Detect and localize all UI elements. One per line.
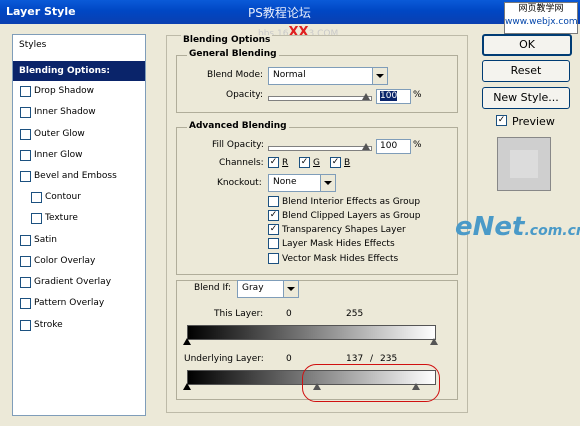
preview-checkbox[interactable]: ✓: [496, 115, 507, 126]
blend-clipped-checkbox[interactable]: ✓: [268, 210, 279, 221]
fill-opacity-input[interactable]: 100: [376, 139, 411, 154]
blend-mode-select[interactable]: Normal: [268, 67, 388, 85]
checkbox[interactable]: [20, 86, 31, 97]
opacity-unit: %: [413, 90, 422, 100]
this-layer-gradient: [187, 325, 436, 340]
blend-clipped-label: Blend Clipped Layers as Group: [282, 211, 421, 221]
checkbox[interactable]: [20, 171, 31, 182]
blend-if-select[interactable]: Gray: [237, 280, 299, 298]
opacity-label: Opacity:: [226, 90, 263, 100]
styles-item-color-overlay[interactable]: Color Overlay: [13, 251, 145, 271]
channel-r-checkbox[interactable]: ✓: [268, 157, 279, 168]
underlying-mid: 137: [346, 354, 364, 364]
checkbox[interactable]: [31, 213, 42, 224]
styles-item-blending-options[interactable]: Blending Options: Custom: [13, 61, 145, 96]
checkbox[interactable]: [20, 256, 31, 267]
styles-list: Styles Blending Options: Custom Drop Sha…: [12, 34, 146, 416]
checkbox[interactable]: [20, 235, 31, 246]
corner-watermark-line1: 网页教学网: [518, 4, 564, 14]
enet-watermark: eNet.com.cn: [455, 212, 580, 242]
this-layer-black-handle[interactable]: [183, 338, 191, 345]
opacity-slider-handle[interactable]: [362, 93, 370, 100]
blend-mode-label: Blend Mode:: [207, 70, 264, 80]
style-preview-inner: [510, 150, 538, 178]
knockout-select[interactable]: None: [268, 174, 336, 192]
this-layer-max: 255: [346, 309, 364, 319]
layer-mask-hides-label: Layer Mask Hides Effects: [282, 239, 395, 249]
blend-mode-value: Normal: [273, 70, 306, 80]
styles-item-inner-glow[interactable]: Inner Glow: [13, 145, 145, 165]
knockout-value: None: [273, 177, 297, 187]
styles-item-satin[interactable]: Satin: [13, 230, 145, 250]
channel-b-checkbox[interactable]: ✓: [330, 157, 341, 168]
fill-opacity-handle[interactable]: [362, 143, 370, 150]
styles-item-outer-glow[interactable]: Outer Glow: [13, 124, 145, 144]
title-bar: Layer Style PS教程论坛: [0, 0, 580, 24]
transparency-shapes-checkbox[interactable]: ✓: [268, 224, 279, 235]
preview-label: Preview: [512, 115, 555, 128]
opacity-input[interactable]: 100: [376, 89, 411, 104]
fill-opacity-label: Fill Opacity:: [212, 140, 264, 150]
checkbox[interactable]: [20, 150, 31, 161]
ok-button[interactable]: OK: [482, 34, 572, 56]
blend-interior-label: Blend Interior Effects as Group: [282, 197, 421, 207]
fill-opacity-slider[interactable]: [268, 146, 372, 151]
watermark-text: PS教程论坛: [248, 6, 311, 20]
new-style-button[interactable]: New Style...: [482, 87, 570, 109]
chevron-down-icon: [372, 68, 387, 84]
vector-mask-hides-label: Vector Mask Hides Effects: [282, 254, 399, 264]
chevron-down-icon: [283, 281, 298, 297]
styles-item-stroke[interactable]: Stroke: [13, 315, 145, 335]
underlying-max: 235: [380, 354, 398, 364]
window-title: Layer Style: [6, 5, 76, 18]
styles-item-texture[interactable]: Texture: [13, 208, 145, 228]
chevron-down-icon: [320, 175, 335, 191]
channel-g-label: G: [313, 158, 320, 168]
corner-watermark: 网页教学网 www.webjx.com: [504, 2, 578, 34]
vector-mask-hides-checkbox[interactable]: [268, 253, 279, 264]
underlying-min: 0: [286, 354, 292, 364]
styles-item-gradient-overlay[interactable]: Gradient Overlay: [13, 272, 145, 292]
knockout-label: Knockout:: [217, 178, 262, 188]
checkbox[interactable]: [20, 298, 31, 309]
checkbox[interactable]: [20, 107, 31, 118]
this-layer-label: This Layer:: [214, 309, 264, 319]
underlying-separator: /: [370, 354, 374, 364]
this-layer-min: 0: [286, 309, 292, 319]
fill-opacity-unit: %: [413, 140, 422, 150]
reset-button[interactable]: Reset: [482, 60, 570, 82]
corner-watermark-line2: www.webjx.com: [505, 17, 578, 27]
checkbox[interactable]: [20, 129, 31, 140]
layer-mask-hides-checkbox[interactable]: [268, 238, 279, 249]
styles-item-drop-shadow[interactable]: Drop Shadow: [13, 81, 145, 101]
checkbox[interactable]: [20, 277, 31, 288]
transparency-shapes-label: Transparency Shapes Layer: [282, 225, 406, 235]
highlight-annotation: [302, 364, 440, 402]
channels-label: Channels:: [219, 158, 264, 168]
styles-item-contour[interactable]: Contour: [13, 187, 145, 207]
style-preview-swatch: [497, 137, 551, 191]
blending-options-title: Blending Options: [181, 35, 273, 45]
styles-item-pattern-overlay[interactable]: Pattern Overlay: [13, 293, 145, 313]
checkbox[interactable]: [20, 320, 31, 331]
blend-interior-checkbox[interactable]: [268, 196, 279, 207]
blend-if-label: Blend If:: [194, 283, 232, 293]
channel-r-label: R: [282, 158, 289, 168]
channel-b-label: B: [344, 158, 351, 168]
advanced-blending-title: Advanced Blending: [187, 121, 289, 131]
underlying-layer-label: Underlying Layer:: [184, 354, 264, 364]
blend-if-value: Gray: [242, 283, 264, 293]
styles-item-inner-shadow[interactable]: Inner Shadow: [13, 102, 145, 122]
channel-g-checkbox[interactable]: ✓: [299, 157, 310, 168]
styles-header[interactable]: Styles: [13, 35, 145, 55]
this-layer-white-handle[interactable]: [430, 338, 438, 345]
general-blending-title: General Blending: [187, 49, 279, 59]
styles-item-bevel-emboss[interactable]: Bevel and Emboss: [13, 166, 145, 186]
checkbox[interactable]: [31, 192, 42, 203]
opacity-slider[interactable]: [268, 96, 372, 101]
underlying-black-handle[interactable]: [183, 383, 191, 390]
